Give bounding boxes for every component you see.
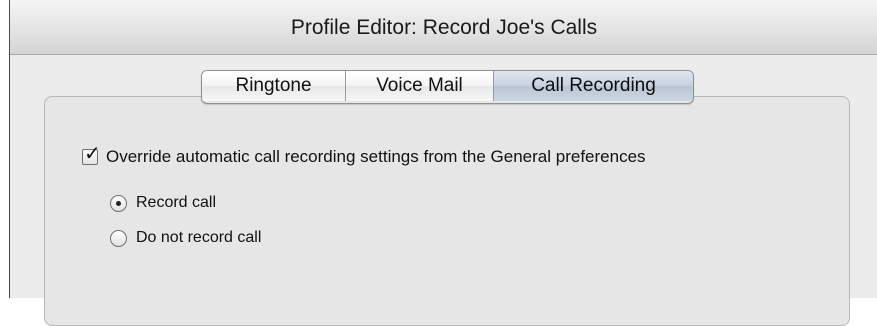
record-call-row[interactable]: Record call [110, 194, 216, 212]
radio-selected-dot-icon [116, 200, 121, 206]
override-checkbox-label: Override automatic call recording settin… [106, 147, 646, 166]
checkmark-icon: ✓ [84, 143, 101, 165]
tab-voice-mail[interactable]: Voice Mail [346, 71, 494, 101]
title-bar[interactable]: Profile Editor: Record Joe's Calls [10, 0, 877, 55]
profile-editor-window: Profile Editor: Record Joe's Calls Ringt… [9, 0, 877, 326]
window-content: Ringtone Voice Mail Call Recording ✓ Ove… [10, 55, 877, 326]
record-call-label: Record call [136, 194, 217, 211]
tab-call-recording[interactable]: Call Recording [494, 71, 693, 101]
record-call-radio[interactable] [110, 194, 127, 212]
do-not-record-call-label: Do not record call [136, 229, 262, 246]
override-checkbox[interactable]: ✓ [82, 144, 101, 165]
tab-ringtone[interactable]: Ringtone [202, 71, 346, 101]
do-not-record-call-radio[interactable] [110, 229, 127, 247]
override-row[interactable]: ✓ Override automatic call recording sett… [82, 144, 646, 167]
tab-bar: Ringtone Voice Mail Call Recording [201, 70, 694, 104]
window-title: Profile Editor: Record Joe's Calls [290, 16, 598, 39]
do-not-record-call-row[interactable]: Do not record call [110, 229, 261, 247]
call-recording-panel: ✓ Override automatic call recording sett… [44, 96, 850, 326]
